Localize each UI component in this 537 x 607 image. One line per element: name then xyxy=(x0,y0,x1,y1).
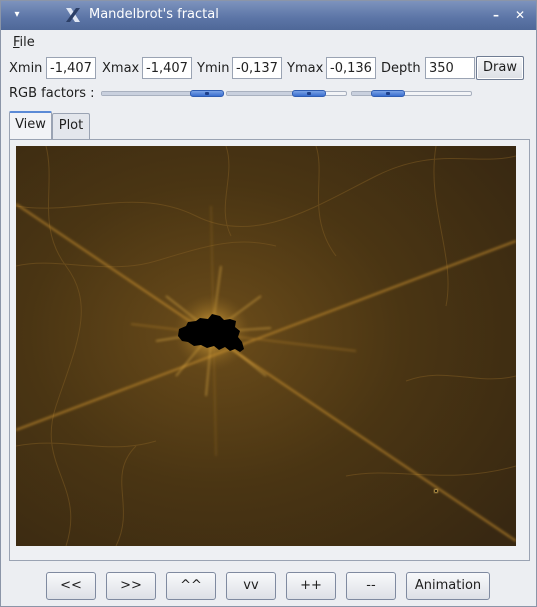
green-slider-handle[interactable] xyxy=(292,90,326,97)
red-slider-handle[interactable] xyxy=(190,90,224,97)
slider-grip-icon xyxy=(205,92,209,95)
pan-right-button[interactable]: >> xyxy=(106,572,156,600)
x11-logo-icon xyxy=(66,8,80,22)
pan-left-button[interactable]: << xyxy=(46,572,96,600)
view-panel xyxy=(9,139,530,561)
menu-bar: File xyxy=(1,30,536,54)
green-factor-slider[interactable] xyxy=(226,90,347,97)
ymax-label: Ymax xyxy=(287,61,324,76)
rgb-factors-label: RGB factors : xyxy=(9,86,95,101)
zoom-in-button[interactable]: ++ xyxy=(286,572,336,600)
blue-factor-slider[interactable] xyxy=(351,90,472,97)
tab-view[interactable]: View xyxy=(9,111,52,139)
depth-label: Depth xyxy=(381,61,421,76)
depth-input[interactable] xyxy=(425,57,475,79)
blue-slider-handle[interactable] xyxy=(371,90,405,97)
ymin-input[interactable] xyxy=(232,57,282,79)
window-menu-icon[interactable]: ▾ xyxy=(11,9,23,21)
pan-up-button[interactable]: ^^ xyxy=(166,572,216,600)
animation-button[interactable]: Animation xyxy=(406,572,490,600)
pan-down-button[interactable]: vv xyxy=(226,572,276,600)
red-factor-slider[interactable] xyxy=(101,90,224,97)
xmin-label: Xmin xyxy=(9,61,43,76)
fractal-image xyxy=(16,146,516,546)
window-title: Mandelbrot's fractal xyxy=(89,7,219,22)
rgb-factors-row: RGB factors : xyxy=(1,85,536,103)
minimize-button[interactable]: – xyxy=(489,8,503,22)
slider-grip-icon xyxy=(386,92,390,95)
slider-grip-icon xyxy=(307,92,311,95)
close-button[interactable]: ✕ xyxy=(513,8,527,22)
parameters-row: Xmin Xmax Ymin Ymax Depth Draw xyxy=(1,56,536,82)
zoom-out-button[interactable]: -- xyxy=(346,572,396,600)
menu-file[interactable]: File xyxy=(13,35,35,50)
title-bar[interactable]: ▾ Mandelbrot's fractal – ✕ xyxy=(1,1,536,30)
xmin-input[interactable] xyxy=(46,57,96,79)
fractal-canvas[interactable] xyxy=(16,146,516,546)
xmax-label: Xmax xyxy=(102,61,140,76)
app-window: ▾ Mandelbrot's fractal – ✕ File Xmin Xma… xyxy=(0,0,537,607)
xmax-input[interactable] xyxy=(142,57,192,79)
tab-plot[interactable]: Plot xyxy=(52,113,90,139)
ymax-input[interactable] xyxy=(326,57,376,79)
draw-button[interactable]: Draw xyxy=(476,56,524,80)
ymin-label: Ymin xyxy=(197,61,230,76)
